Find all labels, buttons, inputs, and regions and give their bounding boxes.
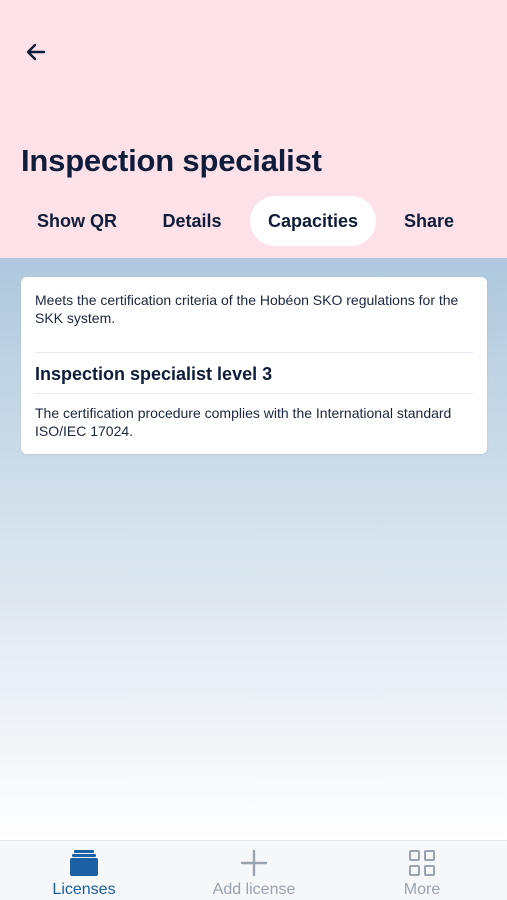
nav-licenses[interactable]: Licenses	[14, 841, 154, 900]
tab-capacities[interactable]: Capacities	[250, 196, 376, 246]
nav-add-license-label: Add license	[212, 881, 296, 898]
licenses-stack-icon	[70, 850, 98, 876]
nav-more[interactable]: More	[352, 841, 492, 900]
nav-more-label: More	[403, 881, 441, 898]
plus-icon	[240, 849, 268, 877]
card-heading: Inspection specialist level 3	[35, 364, 273, 384]
page-title: Inspection specialist	[21, 143, 322, 178]
divider	[35, 352, 473, 353]
tab-bar: Show QR Details Capacities Share	[0, 196, 507, 246]
tab-details[interactable]: Details	[148, 196, 236, 246]
nav-licenses-label: Licenses	[52, 881, 116, 898]
card-note-text: The certification procedure complies wit…	[35, 405, 452, 439]
arrow-left-icon	[26, 43, 46, 61]
back-button[interactable]	[18, 34, 54, 70]
content-area: Meets the certification criteria of the …	[0, 258, 507, 840]
divider	[35, 393, 473, 394]
tab-show-qr[interactable]: Show QR	[20, 196, 134, 246]
capacities-card: Meets the certification criteria of the …	[21, 277, 487, 454]
header: Inspection specialist Show QR Details Ca…	[0, 0, 507, 258]
nav-add-license[interactable]: Add license	[184, 841, 324, 900]
grid-icon	[409, 850, 435, 876]
card-intro-text: Meets the certification criteria of the …	[35, 292, 459, 326]
bottom-navigation: Licenses Add license More	[0, 840, 507, 900]
tab-share[interactable]: Share	[390, 196, 468, 246]
